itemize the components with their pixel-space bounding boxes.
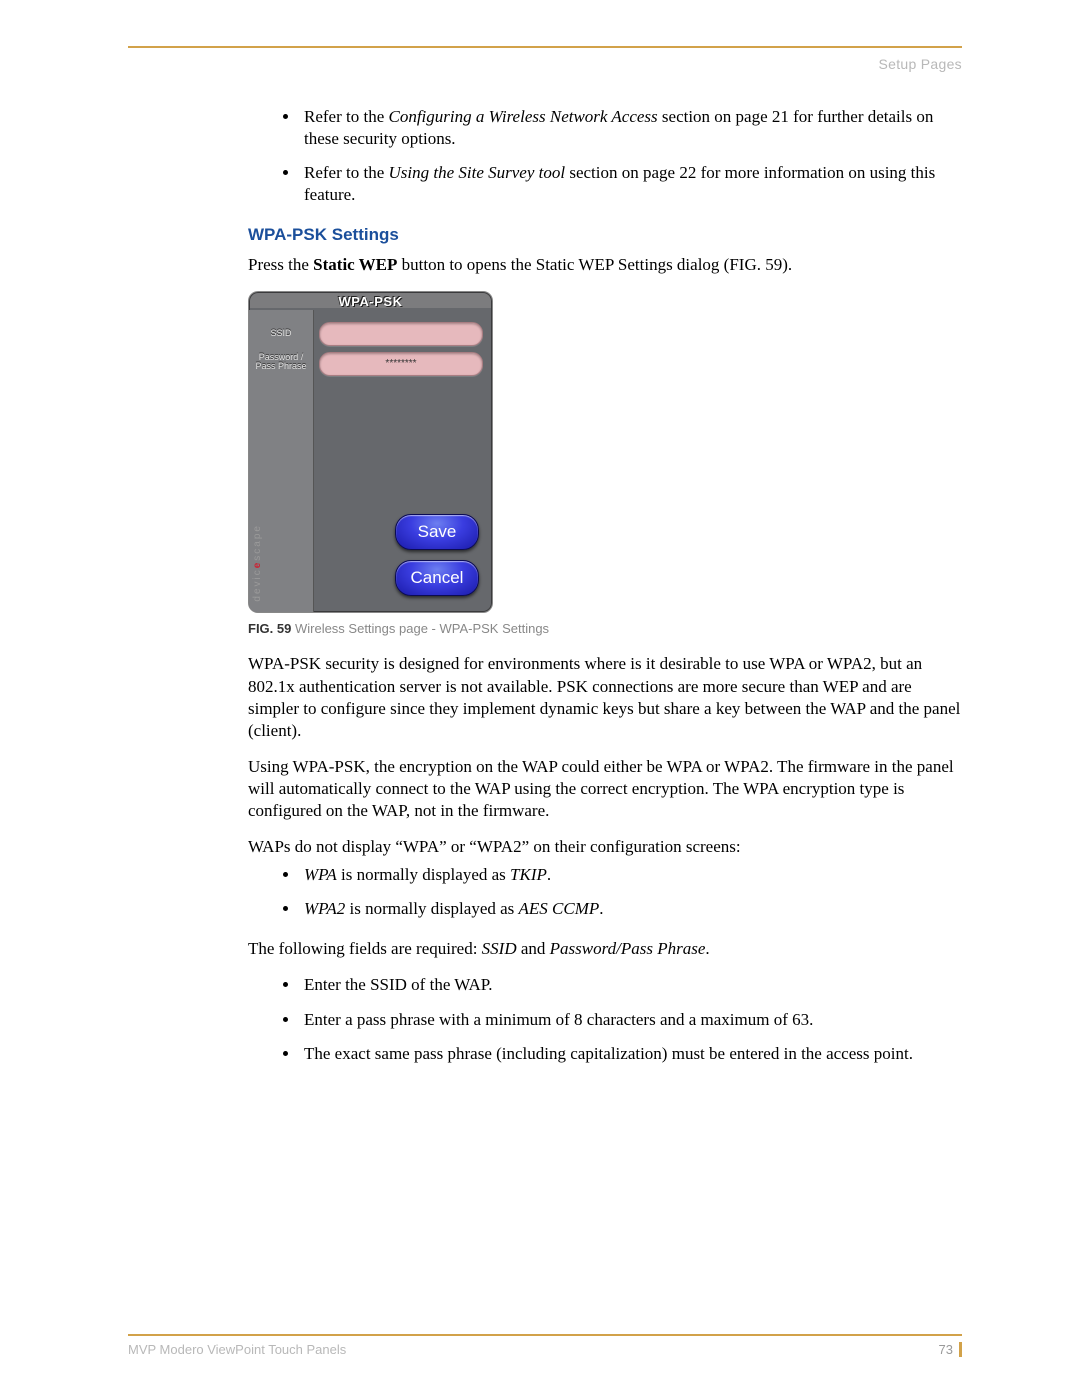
text: . (547, 865, 551, 884)
ssid-field[interactable] (319, 322, 483, 346)
figure-number: FIG. 59 (248, 621, 291, 636)
text: Pass Phrase (255, 361, 306, 371)
figure-caption-text: Wireless Settings page - WPA-PSK Setting… (291, 621, 549, 636)
reference-title: Configuring a Wireless Network Access (389, 107, 658, 126)
password-field[interactable]: ******** (319, 352, 483, 376)
list-item: The exact same pass phrase (including ca… (300, 1043, 962, 1065)
body-paragraph: Using WPA-PSK, the encryption on the WAP… (248, 756, 962, 822)
bold-text: Static WEP (313, 255, 397, 274)
intro-bullet-list: Refer to the Configuring a Wireless Netw… (248, 106, 962, 206)
required-steps-list: Enter the SSID of the WAP. Enter a pass … (248, 974, 962, 1064)
text: is normally displayed as (337, 865, 510, 884)
em: WPA (304, 865, 337, 884)
intro-bullet: Refer to the Configuring a Wireless Netw… (300, 106, 962, 150)
page-footer: MVP Modero ViewPoint Touch Panels 73 (128, 1334, 962, 1357)
list-item: WPA2 is normally displayed as AES CCMP. (300, 898, 962, 920)
devicescape-brand: devicescape (251, 524, 264, 602)
text: and (517, 939, 550, 958)
top-rule (128, 46, 962, 48)
brand-part: scap (252, 532, 263, 561)
text: The following fields are required: (248, 939, 482, 958)
ssid-label: SSID (249, 328, 313, 340)
text: button to opens the Static WEP Settings … (397, 255, 792, 274)
required-fields-paragraph: The following fields are required: SSID … (248, 938, 962, 960)
body-paragraph: WPA-PSK security is designed for environ… (248, 653, 962, 741)
brand-part: devic (252, 568, 263, 601)
list-item: Enter the SSID of the WAP. (300, 974, 962, 996)
brand-part: e (252, 524, 263, 532)
em: TKIP (510, 865, 547, 884)
dialog-title: WPA-PSK (249, 292, 492, 311)
header-section-label: Setup Pages (128, 56, 962, 72)
page-number: 73 (939, 1342, 962, 1357)
section-opener: Press the Static WEP button to opens the… (248, 254, 962, 276)
list-item: WPA is normally displayed as TKIP. (300, 864, 962, 886)
cancel-button[interactable]: Cancel (395, 560, 479, 596)
wpa-display-list: WPA is normally displayed as TKIP. WPA2 … (248, 864, 962, 920)
em: Password/Pass Phrase (550, 939, 706, 958)
text: . (705, 939, 709, 958)
brand-e-icon: e (252, 561, 263, 569)
text: Press the (248, 255, 313, 274)
text: . (599, 899, 603, 918)
password-label: Password / Pass Phrase (249, 353, 313, 371)
intro-bullet: Refer to the Using the Site Survey tool … (300, 162, 962, 206)
text: Refer to the (304, 163, 389, 182)
em: WPA2 (304, 899, 345, 918)
wpa-psk-dialog-figure: WPA-PSK SSID Password / Pass Phrase devi… (248, 291, 493, 613)
section-heading-wpa-psk: WPA-PSK Settings (248, 224, 962, 246)
footer-title: MVP Modero ViewPoint Touch Panels (128, 1342, 346, 1357)
list-item: Enter a pass phrase with a minimum of 8 … (300, 1009, 962, 1031)
save-button[interactable]: Save (395, 514, 479, 550)
em: SSID (482, 939, 517, 958)
body-paragraph: WAPs do not display “WPA” or “WPA2” on t… (248, 836, 962, 858)
text: is normally displayed as (345, 899, 518, 918)
figure-caption: FIG. 59 Wireless Settings page - WPA-PSK… (248, 621, 962, 638)
dialog-sidebar: SSID Password / Pass Phrase devicescape (249, 310, 314, 612)
em: AES CCMP (519, 899, 600, 918)
reference-title: Using the Site Survey tool (389, 163, 566, 182)
text: Refer to the (304, 107, 389, 126)
